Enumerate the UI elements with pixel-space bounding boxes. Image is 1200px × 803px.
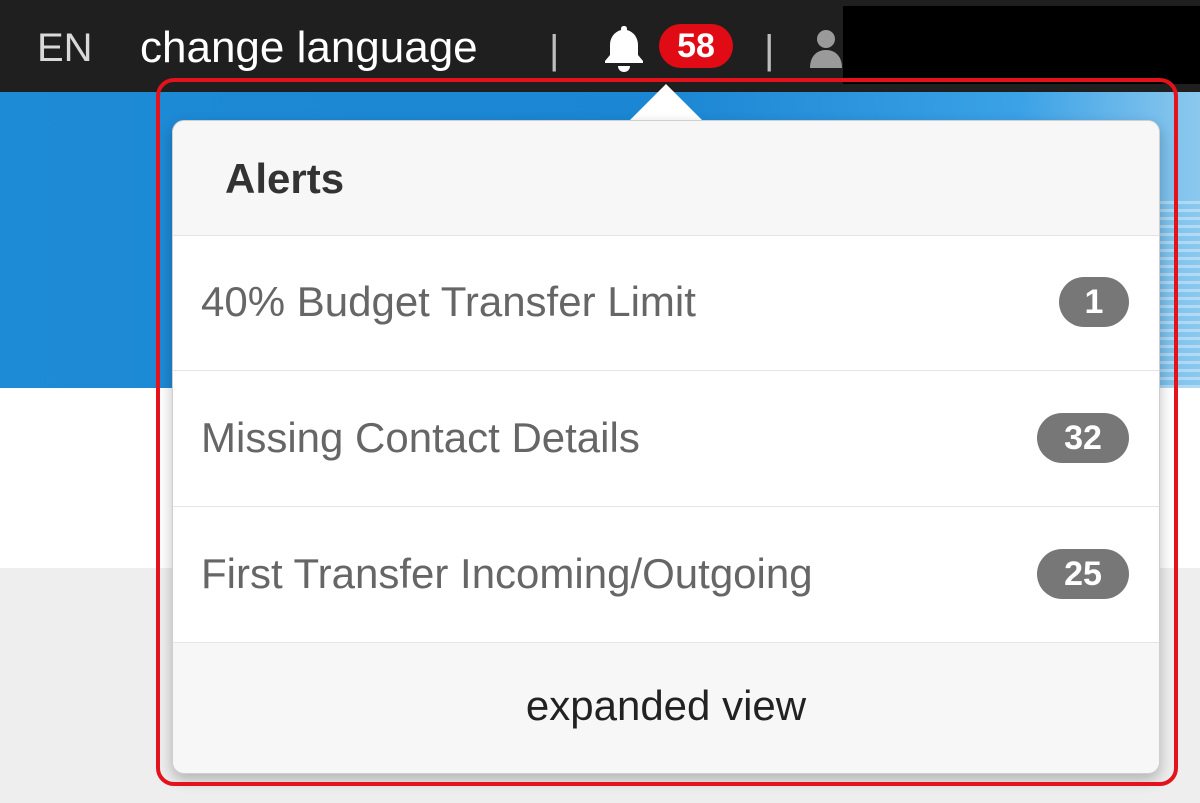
redacted-area — [843, 6, 1200, 84]
change-language-link[interactable]: change language — [140, 20, 478, 76]
notification-count-badge[interactable]: 58 — [659, 24, 733, 68]
nav-separator: | — [549, 28, 560, 72]
user-icon[interactable] — [808, 28, 844, 68]
current-language-code: EN — [37, 26, 93, 70]
nav-separator: | — [764, 28, 775, 72]
highlight-annotation-frame — [156, 78, 1178, 786]
bell-icon[interactable] — [598, 22, 650, 74]
